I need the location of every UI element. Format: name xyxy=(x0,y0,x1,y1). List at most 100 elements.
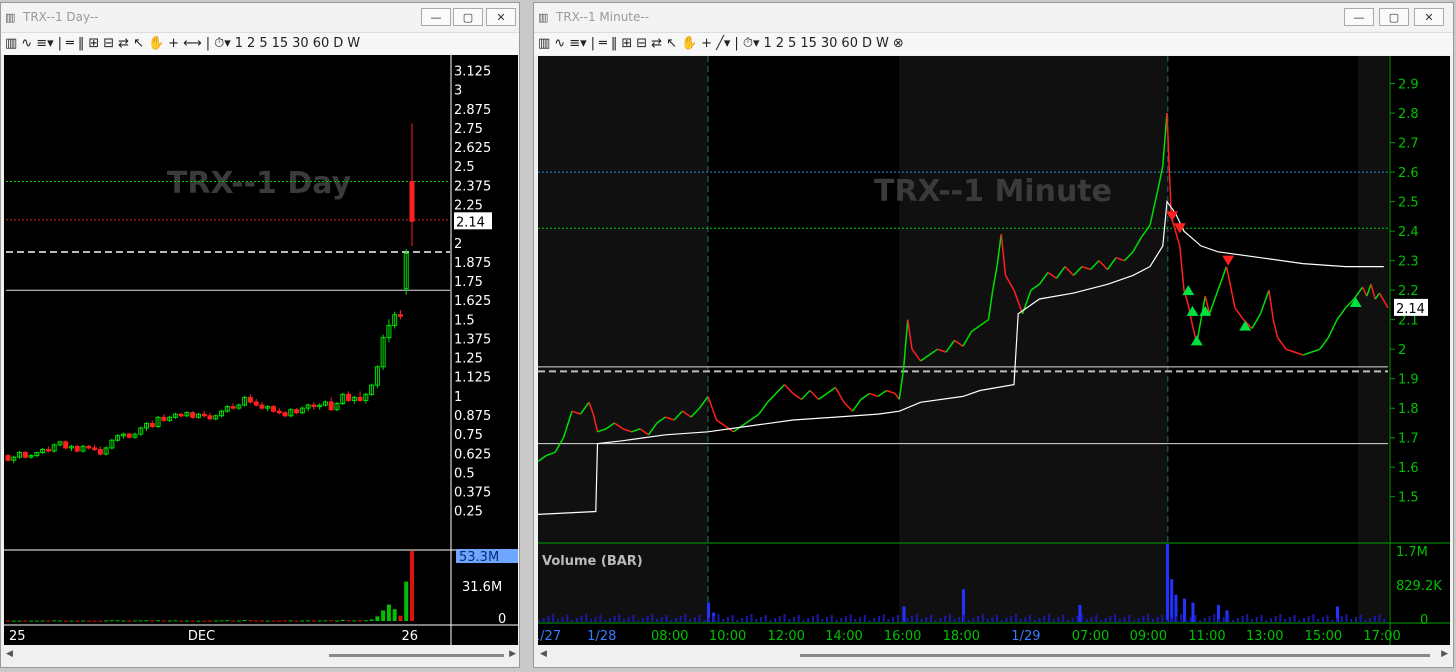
minute-window-titlebar[interactable]: ▥ TRX--1 Minute-- — ▢ ✕ xyxy=(534,3,1453,31)
y-tick-label: 1.375 xyxy=(454,332,491,347)
toolbar-item-11[interactable]: + xyxy=(168,33,179,55)
toolbar-item-23[interactable]: ⊗ xyxy=(893,33,904,55)
toolbar-item-19[interactable]: 30 xyxy=(292,33,309,55)
day-window-titlebar[interactable]: ▥ TRX--1 Day-- — ▢ ✕ xyxy=(1,3,519,31)
volume-bar xyxy=(1269,618,1272,622)
volume-bar xyxy=(1288,617,1291,622)
scroll-right-arrow[interactable]: ▶ xyxy=(1441,649,1448,659)
toolbar-item-10[interactable]: ✋ xyxy=(681,33,697,55)
y-tick-label: 1 xyxy=(454,390,462,405)
volume-bar xyxy=(901,620,904,622)
toolbar-item-14[interactable]: ⏱▾ xyxy=(743,33,760,55)
toolbar-item-2[interactable]: ≡▾ xyxy=(569,33,586,55)
y-tick-label: 2.6 xyxy=(1398,166,1419,181)
volume-bar xyxy=(69,620,74,622)
toolbar-item-15[interactable]: 1 xyxy=(235,33,243,55)
volume-bar xyxy=(623,619,625,622)
toolbar-item-22[interactable]: W xyxy=(347,33,360,55)
toolbar-item-1[interactable]: ∿ xyxy=(554,33,565,55)
toolbar-item-18[interactable]: 15 xyxy=(272,33,289,55)
volume-bar xyxy=(386,604,391,621)
volume-bar xyxy=(670,620,673,622)
toolbar-item-21[interactable]: D xyxy=(862,33,872,55)
volume-bar xyxy=(81,620,86,622)
volume-bar xyxy=(1227,615,1230,622)
volume-bar xyxy=(594,617,597,622)
volume-bar xyxy=(882,614,885,622)
toolbar-item-18[interactable]: 15 xyxy=(800,33,817,55)
toolbar-item-4[interactable]: ═ xyxy=(66,33,74,55)
volume-bar xyxy=(1137,618,1140,622)
toolbar-item-7[interactable]: ⊟ xyxy=(636,33,647,55)
maximize-button[interactable]: ▢ xyxy=(1379,8,1409,26)
toolbar-item-20[interactable]: 60 xyxy=(313,33,330,55)
candle-body xyxy=(161,416,167,421)
minute-chart-scrollbar[interactable]: ◀ ▶ xyxy=(538,647,1450,663)
volume-bar xyxy=(679,616,682,622)
toolbar-item-10[interactable]: ✋ xyxy=(148,33,164,55)
toolbar-item-9[interactable]: ↖ xyxy=(666,33,677,55)
toolbar-item-17[interactable]: 5 xyxy=(259,33,267,55)
close-button[interactable]: ✕ xyxy=(1414,8,1444,26)
toolbar-item-8[interactable]: ⇄ xyxy=(118,33,129,55)
scroll-right-arrow[interactable]: ▶ xyxy=(509,649,516,659)
candle-body xyxy=(63,441,69,449)
scroll-thumb[interactable] xyxy=(800,654,1430,657)
volume-bar xyxy=(369,619,374,621)
toolbar-item-3[interactable]: | xyxy=(58,33,62,55)
volume-bar xyxy=(646,616,649,622)
toolbar-item-13[interactable]: | xyxy=(734,33,738,55)
toolbar-item-14[interactable]: ⏱▾ xyxy=(214,33,231,55)
minute-chart-plot[interactable]: TRX--1 Minute 2.9 2.8 2.7 2.6 2.5 2.4 2.3 2.2 2.1… xyxy=(532,56,1450,645)
toolbar-item-11[interactable]: + xyxy=(701,33,712,55)
volume-bar xyxy=(1189,617,1192,622)
y-tick-label: 0.75 xyxy=(454,428,483,443)
volume-bar xyxy=(830,615,833,622)
toolbar-item-7[interactable]: ⊟ xyxy=(103,33,114,55)
toolbar-item-17[interactable]: 5 xyxy=(788,33,796,55)
toolbar-item-5[interactable]: ‖ xyxy=(78,33,85,55)
minimize-button[interactable]: — xyxy=(1344,8,1374,26)
toolbar-item-5[interactable]: ‖ xyxy=(611,33,618,55)
toolbar-item-16[interactable]: 2 xyxy=(776,33,784,55)
toolbar-item-6[interactable]: ⊞ xyxy=(621,33,632,55)
toolbar-item-0[interactable]: ▥ xyxy=(5,33,17,55)
maximize-button[interactable]: ▢ xyxy=(453,8,483,26)
toolbar-item-8[interactable]: ⇄ xyxy=(651,33,662,55)
close-button[interactable]: ✕ xyxy=(486,8,516,26)
minimize-button[interactable]: — xyxy=(421,8,451,26)
toolbar-item-21[interactable]: D xyxy=(333,33,343,55)
volume-bar xyxy=(925,617,928,622)
toolbar-item-19[interactable]: 30 xyxy=(821,33,838,55)
scroll-thumb[interactable] xyxy=(329,654,504,657)
toolbar-item-12[interactable]: ╱▾ xyxy=(716,33,730,55)
volume-bar xyxy=(1099,620,1102,622)
volume-bar xyxy=(1184,619,1187,622)
x-tick-label: 14:00 xyxy=(825,629,862,644)
day-chart-scrollbar[interactable]: ◀ ▶ xyxy=(4,647,518,663)
toolbar-item-15[interactable]: 1 xyxy=(763,33,771,55)
toolbar-item-2[interactable]: ≡▾ xyxy=(36,33,53,55)
volume-bar xyxy=(1378,614,1381,622)
scroll-left-arrow[interactable]: ◀ xyxy=(540,649,547,659)
toolbar-item-20[interactable]: 60 xyxy=(841,33,858,55)
candle-body xyxy=(190,412,196,418)
y-tick-label: 0.875 xyxy=(454,409,491,424)
toolbar-item-12[interactable]: ⟷ xyxy=(183,33,202,55)
toolbar-item-16[interactable]: 2 xyxy=(247,33,255,55)
volume-bar xyxy=(1274,616,1277,622)
volume-bar xyxy=(896,615,899,622)
toolbar-item-6[interactable]: ⊞ xyxy=(88,33,99,55)
toolbar-item-13[interactable]: | xyxy=(206,33,210,55)
toolbar-item-0[interactable]: ▥ xyxy=(538,33,550,55)
chart-watermark: TRX--1 Minute xyxy=(874,174,1112,209)
volume-bar xyxy=(92,620,97,622)
day-chart-plot[interactable]: TRX--1 Day 3.125 3 2.875 2.75 2.625 2.5 2.375 2.… xyxy=(4,55,518,645)
toolbar-item-3[interactable]: | xyxy=(591,33,595,55)
minute-chart-toolbar: ▥ ∿ ≡▾ | ═ ‖ ⊞ ⊟ ⇄ ↖ ✋ + ╱▾ | ⏱▾ 1 2 5 15 30 60 D W ⊗ xyxy=(534,32,1453,55)
scroll-left-arrow[interactable]: ◀ xyxy=(6,649,13,659)
toolbar-item-22[interactable]: W xyxy=(876,33,889,55)
toolbar-item-1[interactable]: ∿ xyxy=(21,33,32,55)
toolbar-item-4[interactable]: ═ xyxy=(599,33,607,55)
toolbar-item-9[interactable]: ↖ xyxy=(133,33,144,55)
